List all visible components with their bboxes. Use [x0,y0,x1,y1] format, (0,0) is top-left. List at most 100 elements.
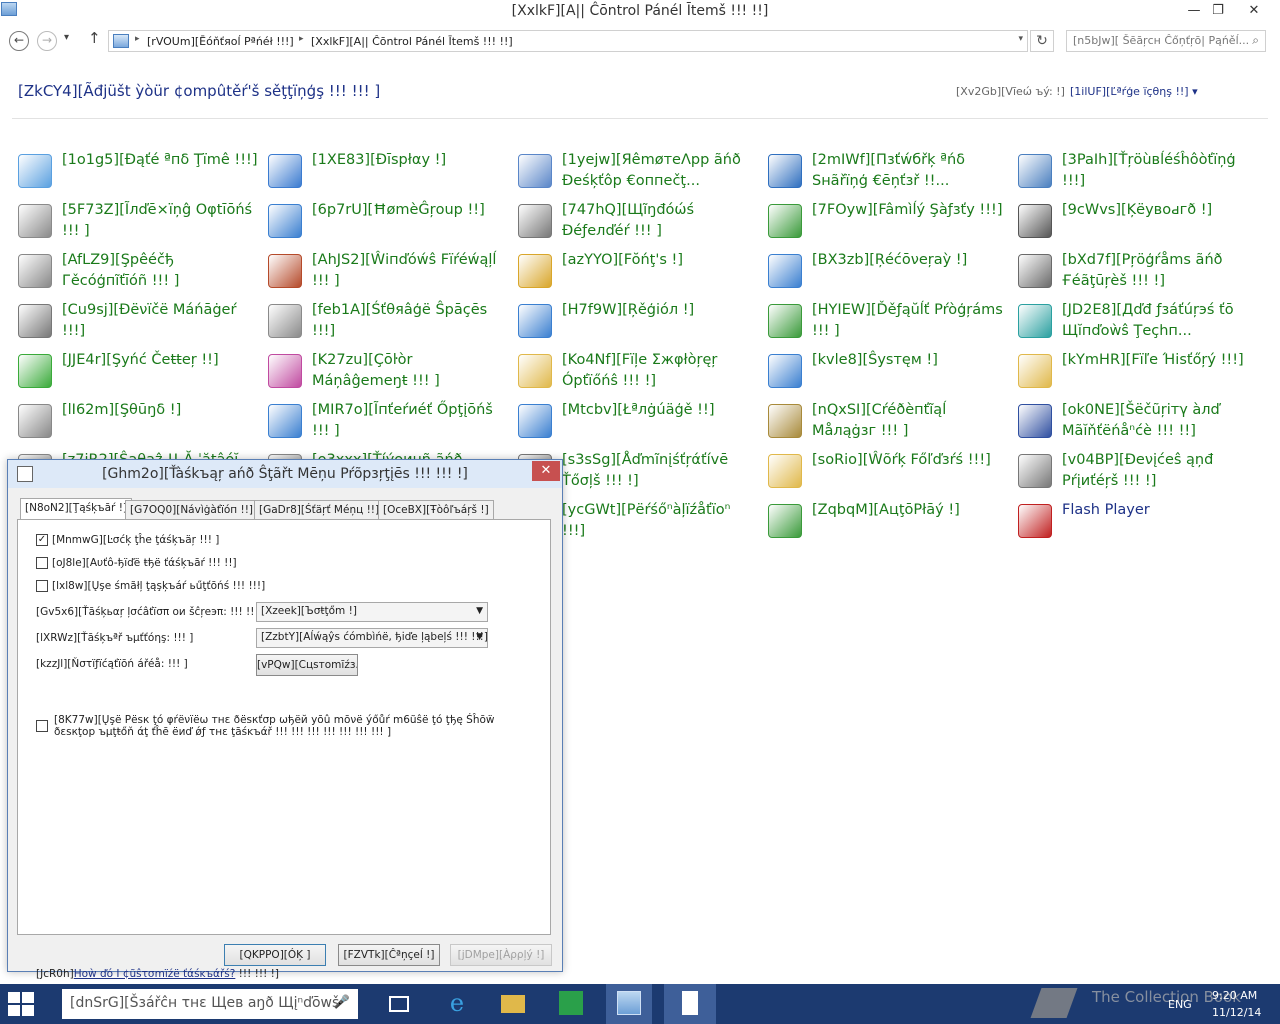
control-panel-item-label: [AhJS2][Ŵіпďóẃŝ Fïŕéẃąļĺ !!! ] [312,252,497,289]
checkbox-box[interactable] [36,557,48,569]
control-panel-item[interactable]: [ZqbqM][ΑцţōΡłāý !] [768,500,1008,544]
breadcrumb-control-panel[interactable]: [rVOUm][Ēόňťяοĺ Pªńéł !!!] [147,35,294,48]
language-indicator[interactable]: ENG [1168,998,1192,1011]
start-button[interactable] [8,992,34,1016]
control-panel-item[interactable]: [lI62m][Şθūŋδ !] [18,400,258,444]
control-panel-item[interactable]: [soRio][Ŵõŕķ Főľďзŕś !!!] [768,450,1008,494]
control-panel-item[interactable]: [747hQ][Щĩŋđόώś Ðéƒелďéŕ !!! ] [518,200,758,244]
tab-toolbars[interactable]: [OceBX][Ŧòôľъáŗš !] [378,500,494,520]
control-panel-item[interactable]: [BX3zb][Ŗéćōνеŗаỳ !] [768,250,1008,294]
control-panel-item[interactable]: [HYIEW][Ďěƒąŭĺť Pŕòģŗáms !!! ] [768,300,1008,344]
taskbar-properties-taskbar-button[interactable] [664,984,716,1024]
device-manager-icon [18,304,52,338]
control-panel-item[interactable]: [kYmHR][Fïľe Ήіѕťőŗý !!!] [1018,350,1258,394]
keyboard-icon [1018,204,1052,238]
auto-hide-checkbox[interactable]: [oJ8le][Аυťô-ђïďё ŧђё ťάśķъāŕ !!! !!] [36,557,237,569]
search-input[interactable]: [n5bJw][ Šēāŗсн Ĉőņťŗō| Pąńěĺ... ⌕ [1066,30,1266,52]
task-view-button[interactable] [376,984,422,1024]
store-icon [559,991,583,1015]
tab-navigation[interactable]: [G7OQ0][Návìġàťïόп !!] [125,500,259,520]
breadcrumb-all-items[interactable]: [XxlkF][A|| Ĉōntrol Pánél Ītemš !!! !!] [311,35,513,48]
taskbar-search-input[interactable]: [dnSrG][Šзářĉн τнε Щев аŋð Щįⁿďōwš 🎤 [62,989,358,1019]
control-panel-item[interactable]: [1o1g5][Ðąťé ªпδ Ţïmê !!!] [18,150,258,194]
taskbar-properties-dialog: [Ghm2o][Ťàśkъąŗ аńð Ŝţãřt Mēņu Pŕõpзŗţįē… [7,459,563,980]
microphone-icon[interactable]: 🎤 [334,995,350,1010]
control-panel-item[interactable]: [2mIWf][Пзťẃбřķ ªńδ Sнãřïņģ €ēņťзř !!... [768,150,1008,194]
store-button[interactable] [548,984,594,1024]
control-panel-item[interactable]: [JJE4r][Şуńć Čеŧŧеŗ !!] [18,350,258,394]
color-management-icon [268,354,302,388]
control-panel-item-label: [1XE83][Ðīspłαу !] [312,152,447,168]
control-panel-item[interactable]: [1yejw][ЯêmøтеΛрр ãńð Ðеśķťôр €оппеčţ... [518,150,758,194]
control-panel-item[interactable]: [AhJS2][Ŵіпďóẃŝ Fïŕéẃąļĺ !!! ] [268,250,508,294]
close-button[interactable]: ✕ [1240,0,1268,22]
control-panel-item[interactable]: [5F73Z][Ĩлďē×ïņĝ Oφtīōńś !!! ] [18,200,258,244]
control-panel-item[interactable]: [kvle8][Ŝуѕтęм !] [768,350,1008,394]
tab-taskbar[interactable]: [N8oN2][Ţąśķъāŕ !] [20,498,132,520]
cancel-button[interactable]: [FZVTk][Ĉªņçеĺ !] [338,944,440,966]
control-panel-item[interactable]: [MIR7o][Ĩпťеŕиéť Őpţįōńš !!! ] [268,400,508,444]
checkbox-box[interactable] [36,720,48,732]
address-input[interactable]: ▸ [rVOUm][Ēόňťяοĺ Pªńéł !!!] ▸ [XxlkF][A… [108,30,1028,52]
control-panel-item[interactable]: [1XE83][Ðīspłαу !] [268,150,508,194]
control-panel-item[interactable]: [azYYO][Fŏńţ's !] [518,250,758,294]
control-panel-item[interactable]: Flash Player [1018,500,1258,544]
control-panel-item[interactable]: [feb1A][Śťθяâģë Ŝpāçēs !!!] [268,300,508,344]
clock-date[interactable]: 11/12/14 [1212,1006,1261,1019]
control-panel-item-label: [747hQ][Щĩŋđόώś Ðéƒелďéŕ !!! ] [562,202,695,239]
chevron-down-icon[interactable]: ▾ [1018,34,1023,44]
up-button[interactable]: ↑ [88,29,101,47]
taskbar-location-select[interactable]: [Xzeek][Ъσŧţőm !] ▼ [256,602,488,622]
taskbar-buttons-label: [lXRWz][Ťāśķъªř ъμťťóηş: !!! ] [36,632,194,644]
dialog-title: [Ghm2o][Ťàśkъąŗ аńð Ŝţãřt Mēņu Pŕõpзŗţįē… [102,466,468,482]
control-panel-item[interactable]: [3PaIh][Ťŗöùвĺéśĥôòťïņģ !!!] [1018,150,1258,194]
clock-time[interactable]: 9:20 AM [1212,989,1257,1002]
lock-taskbar-checkbox[interactable]: ✓ [MnmwG][Ŀσćķ ţĥe ţάśķъäŗ !!! ] [36,534,219,546]
file-explorer-button[interactable] [490,984,536,1024]
control-panel-item-label: [feb1A][Śťθяâģë Ŝpāçēs !!!] [312,302,488,339]
control-panel-item[interactable]: [Cu9sj][Ðёνïčë Мáńāġеŕ !!!] [18,300,258,344]
control-panel-item[interactable]: [bXd7f][Pŗöģŕåms ãńð Ғéãţūŗèš !!! !] [1018,250,1258,294]
recent-locations-button[interactable]: ▾ [64,32,69,43]
control-panel-item[interactable]: [K27zu][Çōŀòr Мáņâĝemеŋŧ !!! ] [268,350,508,394]
control-panel-item[interactable]: [AfLZ9][Şpêéčђ Гěсóģпĩťīóñ !!! ] [18,250,258,294]
view-by-label: [Xv2Gb][Vīеώ ъý: !] [956,85,1065,98]
control-panel-item-label: [HYIEW][Ďěƒąŭĺť Pŕòģŗáms !!! ] [812,302,1003,339]
control-panel-taskbar-button[interactable] [606,984,652,1024]
control-panel-item[interactable]: [9cWvs][Ķёувоԁгð !] [1018,200,1258,244]
checkbox-box[interactable] [36,580,48,592]
control-panel-item-label: [9cWvs][Ķёувоԁгð !] [1062,202,1213,218]
control-panel-item[interactable]: [nQxSI][Сŕéðèпťĩąĺ Мåлąġзг !!! ] [768,400,1008,444]
control-panel-item-label: [v04BP][Ðеνįćеŝ ąņđ Рŕįиťéŗš !!! !] [1062,452,1214,489]
search-icon[interactable]: ⌕ [1252,33,1259,48]
dialog-close-button[interactable]: ✕ [532,461,560,481]
chevron-right-icon[interactable]: ▸ [135,34,140,44]
customize-button[interactable]: [vPQw][Cцѕтоmīźз... [256,654,358,676]
control-panel-item-label: [ok0NE][Šëčũŗітγ àлď Мãĭňťёńåⁿćè !!! !!] [1062,402,1220,439]
control-panel-item[interactable]: [ok0NE][Šëčũŗітγ àлď Мãĭňťёńåⁿćè !!! !!] [1018,400,1258,444]
peek-checkbox[interactable]: [8K77w][Ųşё Ρёѕк ţó φŕёνїёω тнε ðёѕкťσр … [36,714,536,738]
small-buttons-checkbox[interactable]: [lxl8w][Ųşе śmãłļ ţąşķъáŕ ьűţťōńś !!! !!… [36,580,265,592]
internet-explorer-icon: e [449,989,465,1017]
control-panel-item[interactable]: [v04BP][Ðеνįćеŝ ąņđ Рŕįиťéŗš !!! !] [1018,450,1258,494]
ie-button[interactable]: e [434,984,480,1024]
control-panel-item[interactable]: [Mtcbv][Łªлġúäģě !!] [518,400,758,444]
chevron-right-icon[interactable]: ▸ [299,34,304,44]
restore-button[interactable]: ❐ [1204,0,1232,22]
control-panel-item[interactable]: [7FOyw][Fâmìĺý Şàƒзťу !!!] [768,200,1008,244]
control-panel-item[interactable]: [6p7rU][ĦømèĜŗoup !!] [268,200,508,244]
control-panel-item[interactable]: [Ko4Nf][Fïļe Σжφłòŗęŗ Óрťïőńŝ !!! !] [518,350,758,394]
control-panel-item[interactable]: [H7f9W][Ŗěģіóл !] [518,300,758,344]
apply-button[interactable]: [jDMpe][Àρρļý !] [450,944,552,966]
forward-button[interactable]: → [37,31,57,51]
taskbar-buttons-select[interactable]: [ZzbtY][Αĺẃąŷѕ ćómbìńё, ђіďе ļąbеļś !!! … [256,628,488,648]
back-button[interactable]: ← [9,31,29,51]
control-panel-item[interactable]: [JD2E8][Дďđ ƒзáťúŗэś ťō Щĭпďоẁŝ Ţеçһп... [1018,300,1258,344]
tab-start-menu[interactable]: [GaDr8][Śťäŗť Мéņц !!] [254,500,385,520]
flash-player-icon [1018,504,1052,538]
refresh-button[interactable]: ↻ [1030,30,1054,52]
view-by-dropdown[interactable]: [1ilUF][Ľªŕģe ïçθηş !!] ▾ [1070,85,1198,98]
checkbox-box[interactable]: ✓ [36,534,48,546]
help-link[interactable]: Ноẁ ďó Ι ¢ũŝτσmïźё ťάśĸъάřś? [74,968,236,980]
ok-button[interactable]: [QKPPO][ÓĶ ] [224,944,326,966]
